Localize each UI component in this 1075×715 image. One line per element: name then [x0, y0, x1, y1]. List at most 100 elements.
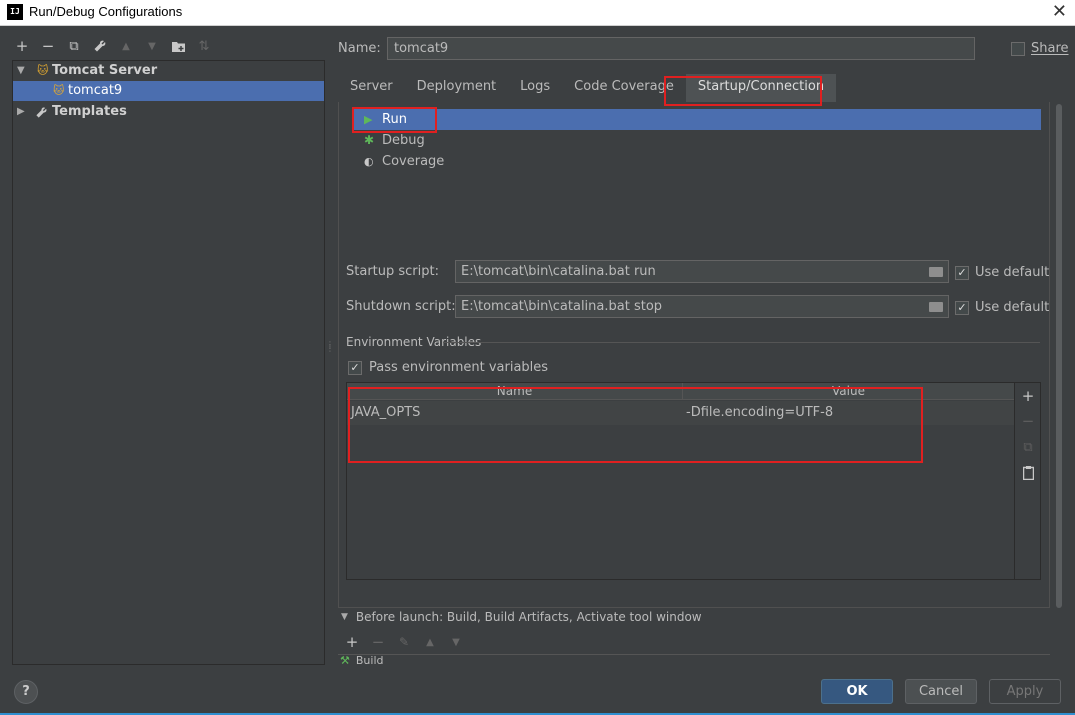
folder-icon[interactable]	[929, 302, 943, 312]
tab-code-coverage[interactable]: Code Coverage	[562, 74, 686, 102]
apply-button[interactable]: Apply	[989, 679, 1061, 704]
share-label: Share	[1031, 41, 1069, 56]
chevron-right-icon[interactable]: ▶	[17, 102, 25, 122]
checkmark-icon: ✓	[955, 300, 969, 315]
startup-use-default-checkbox[interactable]: ✓ Use default	[955, 265, 1049, 280]
mode-label: Coverage	[382, 154, 445, 169]
tree-item-label: Templates	[52, 104, 127, 119]
name-label: Name:	[338, 41, 381, 56]
bug-icon: ✱	[364, 133, 375, 147]
edit-defaults-button[interactable]	[90, 36, 110, 56]
list-item[interactable]: ⚒ Build	[340, 654, 384, 666]
copy-icon: ⧉	[69, 38, 79, 54]
mode-label: Debug	[382, 133, 425, 148]
window-title: Run/Debug Configurations	[29, 4, 183, 19]
config-toolbar: + − ⧉ ▲ ▼ ⇅	[12, 36, 214, 56]
intellij-app-icon: IJ	[7, 4, 23, 20]
arrow-down-icon: ▼	[452, 636, 460, 648]
tree-item-templates[interactable]: ▶ Templates	[13, 102, 324, 122]
use-default-label: Use default	[975, 300, 1050, 315]
tree-item-label: Tomcat Server	[52, 63, 158, 78]
minus-icon: −	[1021, 412, 1035, 430]
tomcat-icon: 🐱	[37, 64, 49, 77]
remove-env-button[interactable]: −	[1015, 410, 1041, 432]
run-icon: ▶	[364, 113, 373, 126]
section-divider	[443, 342, 1040, 343]
build-icon: ⚒	[340, 654, 350, 666]
before-launch-toolbar: + − ✎ ▲ ▼	[342, 632, 466, 652]
name-field[interactable]: tomcat9	[387, 37, 975, 60]
copy-configuration-button[interactable]: ⧉	[64, 36, 84, 56]
sort-icon: ⇅	[198, 38, 210, 54]
splitter-handle[interactable]: ⋮ ⋮	[326, 341, 334, 353]
use-default-label: Use default	[975, 265, 1050, 280]
configuration-tree: ▼ 🐱 Tomcat Server 🐱 tomcat9 ▶ Templates	[12, 60, 325, 665]
column-header-value[interactable]: Value	[683, 383, 1014, 400]
tree-item-tomcat9[interactable]: 🐱 tomcat9	[13, 81, 324, 101]
config-tabs: Server Deployment Logs Code Coverage Sta…	[338, 74, 837, 102]
arrow-down-icon: ▼	[148, 40, 156, 52]
tab-server[interactable]: Server	[338, 74, 405, 102]
move-task-down-button[interactable]: ▼	[446, 632, 466, 652]
before-launch-toggle[interactable]: ▼ Before launch: Build, Build Artifacts,…	[341, 610, 702, 624]
minus-icon: −	[371, 633, 385, 651]
remove-configuration-button[interactable]: −	[38, 36, 58, 56]
tree-item-tomcat-server[interactable]: ▼ 🐱 Tomcat Server	[13, 61, 324, 81]
add-env-button[interactable]: +	[1015, 385, 1041, 407]
mode-item-run[interactable]: ▶ Run	[352, 109, 1041, 130]
add-task-button[interactable]: +	[342, 632, 362, 652]
shutdown-script-field[interactable]: E:\tomcat\bin\catalina.bat stop	[455, 295, 949, 318]
pass-env-label: Pass environment variables	[369, 360, 549, 375]
add-configuration-button[interactable]: +	[12, 36, 32, 56]
tab-deployment[interactable]: Deployment	[405, 74, 509, 102]
copy-env-button[interactable]: ⧉	[1015, 436, 1041, 458]
panel-scrollbar[interactable]	[1055, 104, 1063, 608]
move-down-button[interactable]: ▼	[142, 36, 162, 56]
table-row[interactable]: JAVA_OPTS -Dfile.encoding=UTF-8	[347, 401, 1014, 425]
env-name-cell[interactable]: JAVA_OPTS	[351, 401, 420, 425]
pencil-icon: ✎	[398, 635, 410, 649]
before-launch-list: ⚒ Build	[338, 654, 1050, 666]
arrow-up-icon: ▲	[122, 40, 130, 52]
move-task-up-button[interactable]: ▲	[420, 632, 440, 652]
startup-script-label: Startup script:	[346, 264, 439, 279]
share-checkbox[interactable]: Share	[1011, 41, 1069, 56]
shutdown-use-default-checkbox[interactable]: ✓ Use default	[955, 300, 1049, 315]
tomcat-icon: 🐱	[53, 84, 65, 97]
sort-button[interactable]: ⇅	[194, 36, 214, 56]
folder-add-icon	[171, 41, 185, 52]
mode-label: Run	[382, 112, 407, 127]
env-table-toolbar: + − ⧉	[1015, 382, 1041, 580]
cancel-button[interactable]: Cancel	[905, 679, 977, 704]
help-button[interactable]: ?	[14, 680, 38, 704]
env-variables-table: Name Value JAVA_OPTS -Dfile.encoding=UTF…	[346, 382, 1015, 580]
env-value-cell[interactable]: -Dfile.encoding=UTF-8	[686, 401, 833, 425]
checkmark-icon: ✓	[348, 360, 362, 375]
chevron-down-icon[interactable]: ▼	[17, 61, 25, 81]
plus-icon: +	[1021, 387, 1035, 405]
plus-icon: +	[345, 633, 359, 651]
clipboard-icon	[1022, 466, 1034, 480]
column-header-name[interactable]: Name	[347, 383, 682, 400]
paste-env-button[interactable]	[1015, 462, 1041, 484]
create-folder-button[interactable]	[168, 36, 188, 56]
edit-task-button[interactable]: ✎	[394, 632, 414, 652]
tab-startup-connection[interactable]: Startup/Connection	[685, 74, 837, 102]
copy-icon: ⧉	[1023, 439, 1033, 455]
remove-task-button[interactable]: −	[368, 632, 388, 652]
plus-icon: +	[15, 37, 29, 55]
task-label: Build	[355, 654, 384, 666]
ok-button[interactable]: OK	[821, 679, 893, 704]
before-launch-label: Before launch: Build, Build Artifacts, A…	[355, 610, 702, 624]
tab-logs[interactable]: Logs	[508, 74, 562, 102]
tree-item-label: tomcat9	[68, 83, 123, 98]
shutdown-script-label: Shutdown script:	[346, 299, 456, 314]
scrollbar-thumb[interactable]	[1056, 104, 1062, 608]
wrench-icon	[36, 107, 47, 118]
move-up-button[interactable]: ▲	[116, 36, 136, 56]
startup-script-field[interactable]: E:\tomcat\bin\catalina.bat run	[455, 260, 949, 283]
folder-icon[interactable]	[929, 267, 943, 277]
pass-env-checkbox[interactable]: ✓ Pass environment variables	[348, 360, 548, 375]
title-bar: IJ Run/Debug Configurations ✕	[0, 0, 1075, 26]
close-icon[interactable]: ✕	[1052, 1, 1067, 22]
